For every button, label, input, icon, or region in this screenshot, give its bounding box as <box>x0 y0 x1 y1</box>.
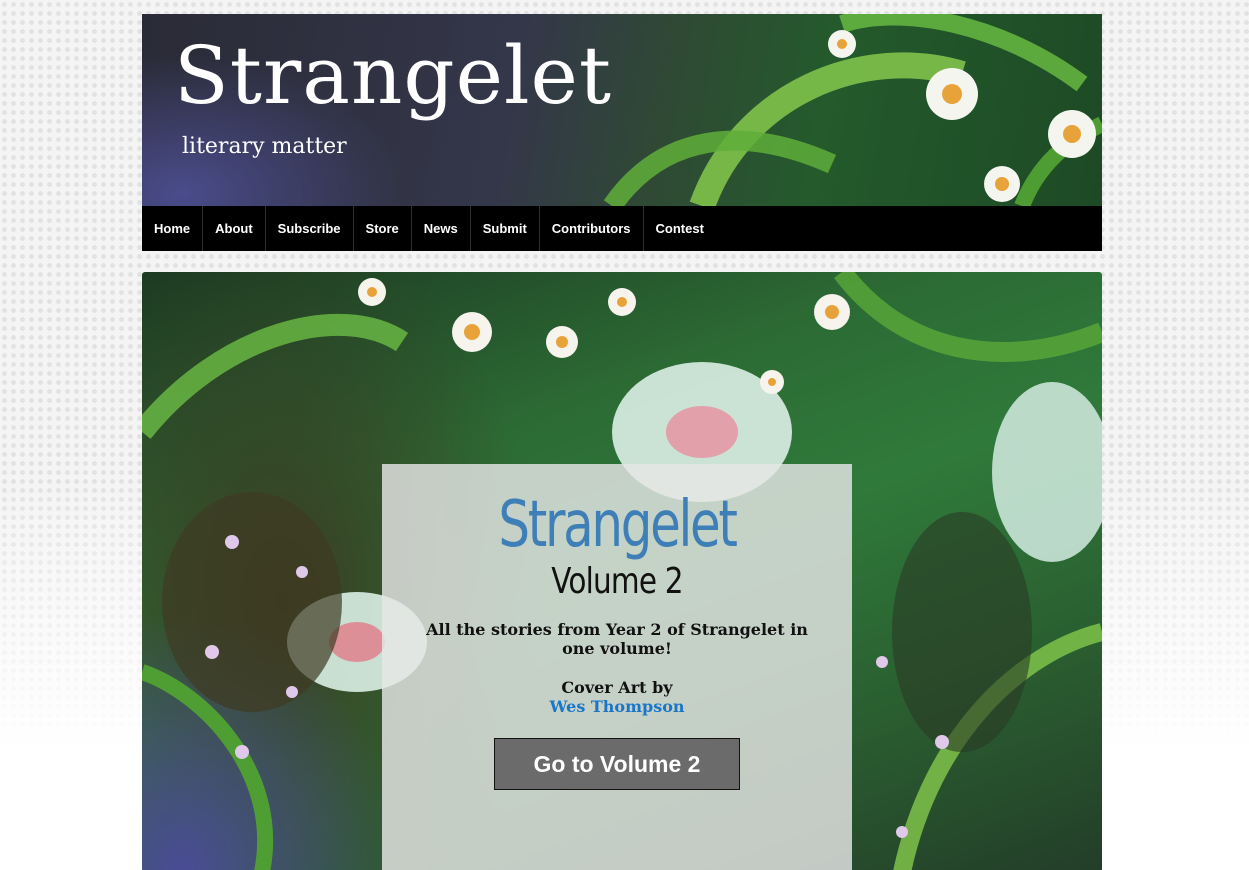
nav-item-news[interactable]: News <box>412 206 471 251</box>
header-banner: Strangelet literary matter <box>142 14 1102 206</box>
nav-item-subscribe[interactable]: Subscribe <box>266 206 354 251</box>
go-to-volume-button[interactable]: Go to Volume 2 <box>494 737 740 790</box>
site-logo-subtitle: literary matter <box>182 134 347 159</box>
nav-item-store[interactable]: Store <box>354 206 412 251</box>
promo-description: All the stories from Year 2 of Strangele… <box>426 619 808 658</box>
nav-item-about[interactable]: About <box>203 206 266 251</box>
hero-feature: Strangelet Volume 2 All the stories from… <box>142 272 1102 870</box>
cover-art-label: Cover Art by <box>561 677 673 697</box>
nav-item-home[interactable]: Home <box>142 206 204 251</box>
volume-promo-panel: Strangelet Volume 2 All the stories from… <box>382 464 852 870</box>
nav-item-contributors[interactable]: Contributors <box>540 206 644 251</box>
site-logo-title[interactable]: Strangelet <box>174 36 612 116</box>
page-wrapper: Strangelet literary matter Home About Su… <box>142 14 1102 870</box>
artist-link[interactable]: Wes Thompson <box>382 697 852 716</box>
nav-item-contest[interactable]: Contest <box>644 206 716 251</box>
promo-title: Strangelet <box>498 488 738 562</box>
promo-volume: Volume 2 <box>551 561 683 603</box>
nav-item-submit[interactable]: Submit <box>471 206 540 251</box>
main-nav: Home About Subscribe Store News Submit C… <box>142 206 1102 251</box>
